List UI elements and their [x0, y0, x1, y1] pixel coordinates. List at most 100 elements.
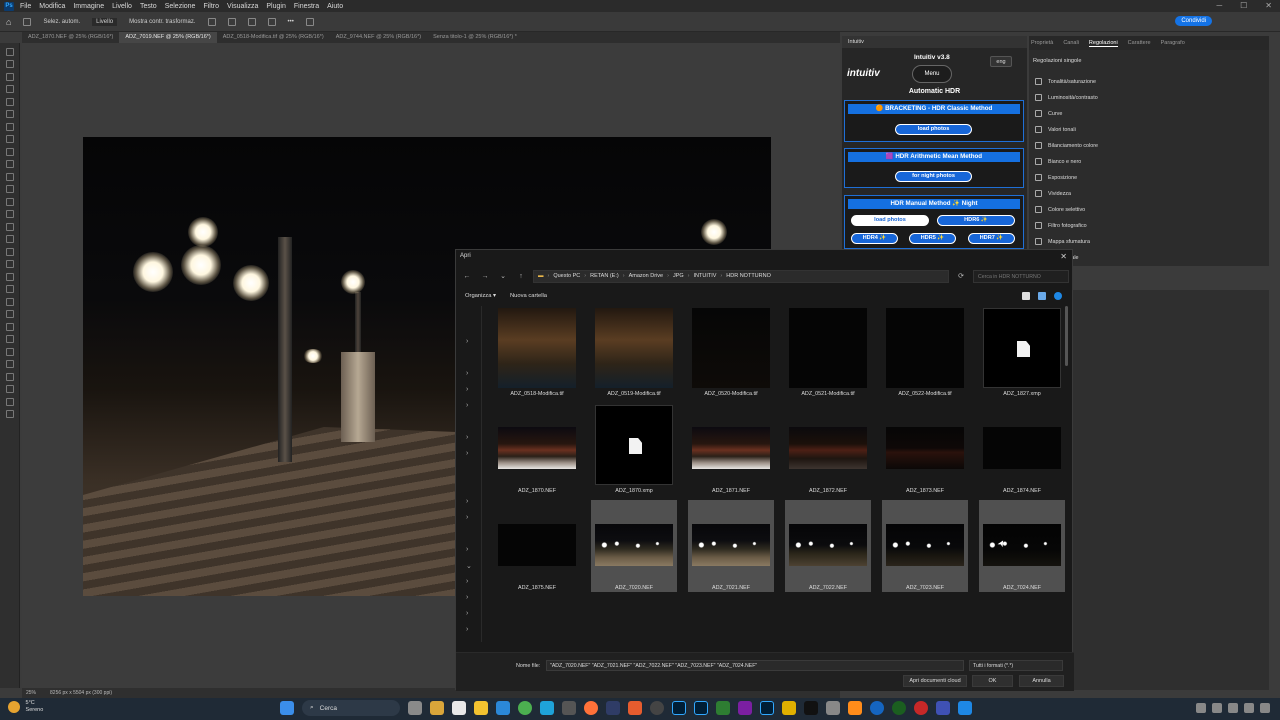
menu-testo[interactable]: Testo — [140, 3, 157, 10]
tray-icon[interactable] — [1244, 703, 1254, 713]
settings-gear-icon[interactable] — [305, 17, 314, 26]
panel-tab[interactable]: Proprietà — [1031, 40, 1053, 46]
move-tool-icon[interactable] — [23, 17, 32, 26]
file-item[interactable]: ADZ_0519-Modifica.tif — [591, 306, 677, 398]
tool-icon[interactable] — [6, 72, 14, 81]
weather-widget[interactable]: 5°C Sereno — [8, 700, 43, 714]
tool-icon[interactable] — [6, 360, 14, 368]
file-item[interactable]: ADZ_1870.NEF — [494, 403, 580, 495]
app-icon[interactable] — [716, 701, 730, 715]
tray-icon[interactable] — [1196, 703, 1206, 713]
tool-icon[interactable] — [6, 372, 14, 381]
app-icon[interactable] — [606, 701, 620, 715]
hdr6-button[interactable]: HDR6 ✨ — [937, 215, 1015, 226]
tool-icon[interactable] — [6, 47, 14, 56]
zoom-level[interactable]: 25% — [26, 690, 36, 696]
view-mode-icon[interactable] — [1022, 292, 1030, 300]
breadcrumb-item[interactable]: Amazon Drive — [629, 273, 664, 279]
nav-expand-chevron-icon[interactable]: › — [466, 434, 468, 441]
tool-icon[interactable] — [6, 397, 14, 406]
dialog-close-icon[interactable]: ✕ — [1060, 252, 1067, 261]
adjustment-item[interactable]: Mappa sfumatura — [1035, 238, 1090, 245]
app-icon[interactable] — [452, 701, 466, 715]
file-item[interactable]: ADZ_7022.NEF — [785, 500, 871, 592]
new-folder-button[interactable]: Nuova cartella — [510, 293, 547, 299]
file-item[interactable]: ADZ_1872.NEF — [785, 403, 871, 495]
adjustment-item[interactable]: Filtro fotografico — [1035, 222, 1087, 229]
app-icon[interactable] — [628, 701, 642, 715]
windows-start-icon[interactable] — [280, 701, 294, 715]
app-icon[interactable] — [804, 701, 818, 715]
menu-file[interactable]: File — [20, 3, 31, 10]
close-icon[interactable]: ✕ — [1265, 1, 1272, 10]
file-item[interactable]: ADZ_0522-Modifica.tif — [882, 306, 968, 398]
preview-pane-icon[interactable] — [1038, 292, 1046, 300]
recent-chevron-icon[interactable]: ⌄ — [497, 272, 509, 280]
menu-immagine[interactable]: Immagine — [73, 3, 104, 10]
filename-input[interactable]: "ADZ_7020.NEF" "ADZ_7021.NEF" "ADZ_7022.… — [546, 660, 964, 671]
auto-select-checkbox[interactable]: Selez. autom. — [43, 19, 80, 25]
app-icon[interactable] — [848, 701, 862, 715]
app-icon[interactable] — [914, 701, 928, 715]
panel-tab[interactable]: Regolazioni — [1088, 40, 1118, 47]
tool-icon[interactable] — [6, 385, 14, 393]
nav-expand-chevron-icon[interactable]: › — [466, 578, 468, 585]
tool-icon[interactable] — [6, 185, 14, 193]
intuitiv-menu-button[interactable]: Menu — [912, 65, 952, 83]
tool-icon[interactable] — [6, 310, 14, 318]
nav-expand-chevron-icon[interactable]: › — [466, 370, 468, 377]
chrome-icon[interactable] — [518, 701, 532, 715]
file-item[interactable]: ADZ_0520-Modifica.tif — [688, 306, 774, 398]
app-icon[interactable] — [826, 701, 840, 715]
align-right-icon[interactable] — [247, 17, 256, 26]
breadcrumb-item[interactable]: Questo PC — [553, 273, 580, 279]
tool-icon[interactable] — [6, 235, 14, 243]
menu-selezione[interactable]: Selezione — [165, 3, 196, 10]
filetype-select[interactable]: Tutti i formati (*.*) — [969, 660, 1063, 671]
breadcrumb-item[interactable]: RETAN (E:) — [590, 273, 619, 279]
share-button[interactable]: Condividi — [1175, 16, 1212, 26]
lightroom-icon[interactable] — [760, 701, 774, 715]
nav-expand-chevron-icon[interactable]: › — [466, 594, 468, 601]
file-item[interactable]: ADZ_1873.NEF — [882, 403, 968, 495]
app-icon[interactable] — [650, 701, 664, 715]
app-icon[interactable] — [738, 701, 752, 715]
app-icon[interactable] — [562, 701, 576, 715]
adjustment-item[interactable]: Valori tonali — [1035, 126, 1076, 133]
file-item[interactable]: ADZ_1874.NEF — [979, 403, 1065, 495]
document-tab[interactable]: ADZ_1870.NEF @ 25% (RGB/16*) — [22, 32, 119, 43]
tool-icon[interactable] — [6, 122, 14, 131]
edge-icon[interactable] — [496, 701, 510, 715]
bracketing-load-photos-button[interactable]: load photos — [895, 124, 972, 135]
document-tab[interactable]: ADZ_7019.NEF @ 25% (RGB/16*) — [119, 32, 217, 43]
app-icon[interactable] — [540, 701, 554, 715]
lightroom-classic-icon[interactable] — [694, 701, 708, 715]
ok-button[interactable]: OK — [972, 675, 1013, 687]
help-icon[interactable] — [1054, 292, 1062, 300]
folder-app-icon[interactable] — [474, 701, 488, 715]
more-options-icon[interactable]: ••• — [288, 19, 294, 25]
taskbar-search[interactable]: ⌕ Cerca — [302, 700, 400, 716]
hdr4-button[interactable]: HDR4 ✨ — [851, 233, 898, 244]
folder-search-input[interactable]: Cerca in HDR NOTTURNO — [973, 269, 1069, 283]
adjustment-item[interactable]: Luminosità/contrasto — [1035, 94, 1098, 101]
adjustment-item[interactable]: Vividezza — [1035, 190, 1071, 197]
tray-icon[interactable] — [1228, 703, 1238, 713]
tool-icon[interactable] — [6, 322, 14, 331]
file-item[interactable]: ADZ_1827.xmp — [979, 306, 1065, 398]
photoshop-logo-icon[interactable]: Ps — [4, 1, 14, 11]
document-tab[interactable]: Senza titolo-1 @ 25% (RGB/16*) * — [427, 32, 523, 43]
forward-arrow-icon[interactable]: → — [479, 273, 491, 280]
file-item[interactable]: ADZ_1871.NEF — [688, 403, 774, 495]
tool-icon[interactable] — [6, 260, 14, 268]
maximize-icon[interactable]: ☐ — [1240, 1, 1247, 10]
menu-aiuto[interactable]: Aiuto — [327, 3, 343, 10]
breadcrumb-item[interactable]: INTUITIV — [694, 273, 717, 279]
align-center-icon[interactable] — [227, 17, 236, 26]
tool-icon[interactable] — [6, 285, 14, 293]
nav-expand-chevron-icon[interactable]: › — [466, 402, 468, 409]
panel-tab[interactable]: Canali — [1063, 40, 1079, 46]
vscode-icon[interactable] — [958, 701, 972, 715]
menu-plugin[interactable]: Plugin — [266, 3, 285, 10]
tool-icon[interactable] — [6, 210, 14, 218]
